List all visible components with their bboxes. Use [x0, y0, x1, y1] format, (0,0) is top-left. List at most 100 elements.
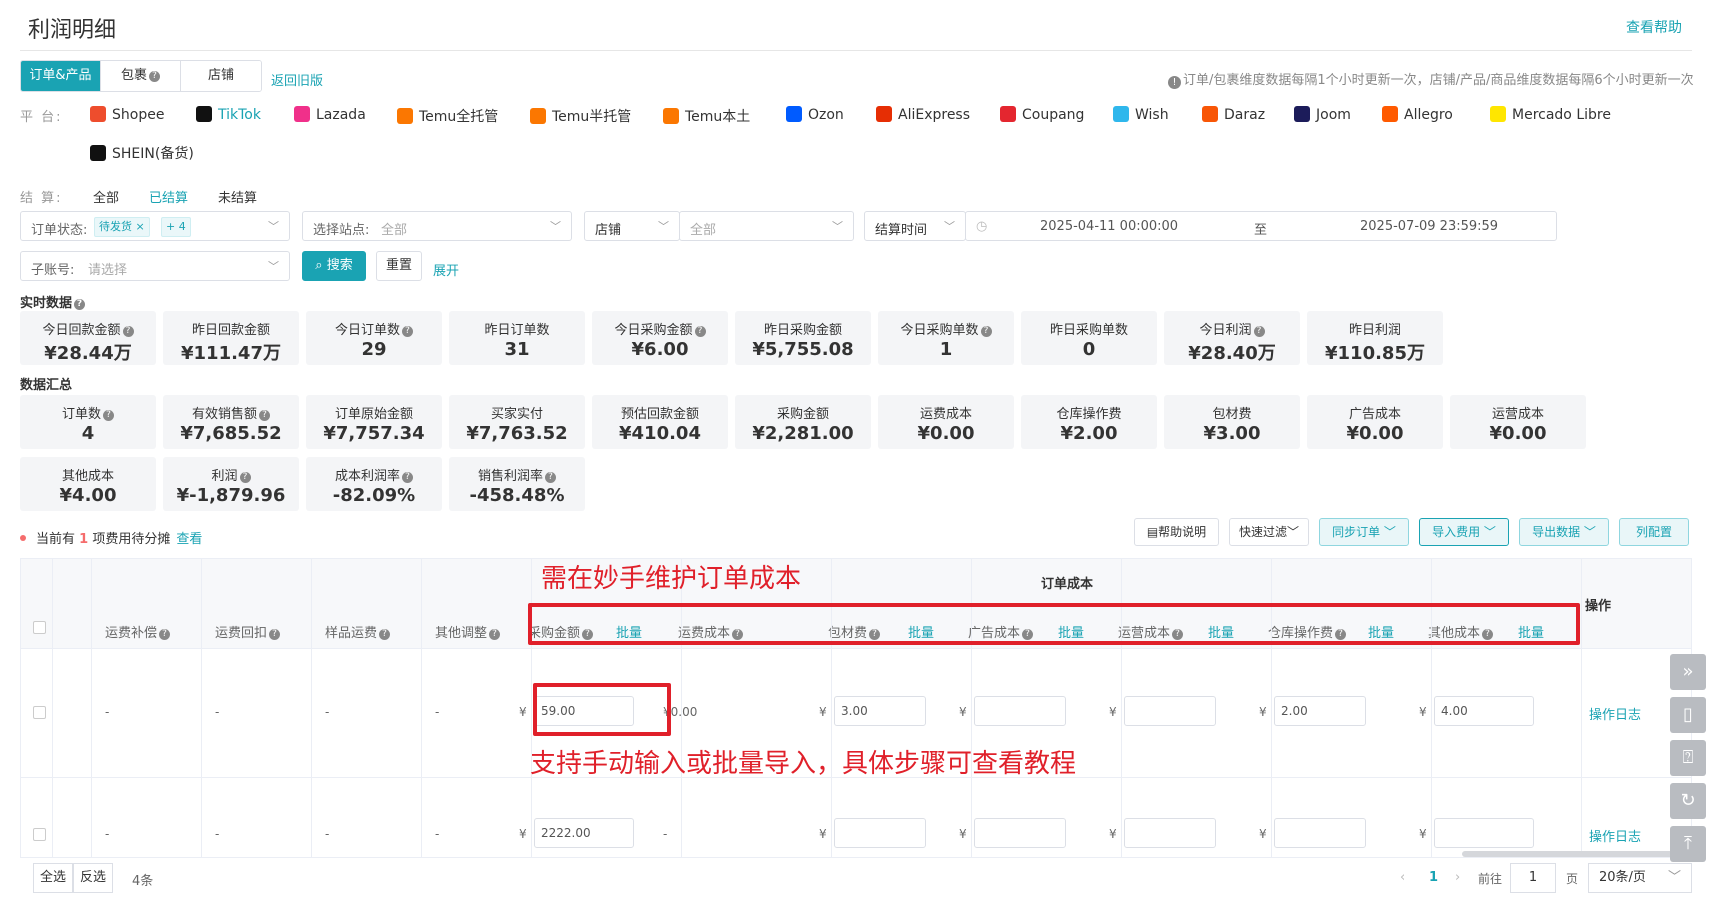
currency-symbol: ¥ [819, 827, 827, 841]
platform-3[interactable]: Temu全托管 [397, 106, 498, 126]
platform-0[interactable]: Shopee [90, 106, 164, 123]
chevron-down-icon: ﹀ [658, 220, 669, 233]
table-cell: - [215, 705, 220, 719]
cost-input-warehouse[interactable]: 2.00 [1274, 696, 1366, 726]
back-to-top-icon[interactable]: ⤒ [1670, 826, 1706, 862]
cost-input-warehouse[interactable] [1274, 818, 1366, 848]
platform-9[interactable]: Wish [1113, 106, 1169, 123]
back-old-version-link[interactable]: 返回旧版 [271, 70, 323, 89]
stat-card: 买家实付 ¥7,763.52 [449, 395, 585, 449]
cost-input-other[interactable]: 4.00 [1434, 696, 1534, 726]
prev-page-icon[interactable]: ‹ [1400, 870, 1405, 885]
stat-label: 昨日采购金额 [763, 323, 842, 338]
stat-card: 运营成本 ¥0.00 [1450, 395, 1586, 449]
currency-symbol: ¥ [519, 705, 527, 719]
stat-label: 销售利润率? [449, 465, 585, 484]
stat-card: 昨日利润 ¥110.85万 [1307, 311, 1443, 365]
operation-log-link[interactable]: 操作日志 [1589, 826, 1641, 845]
stat-card: 采购金额 ¥2,281.00 [735, 395, 871, 449]
cost-input-ops[interactable] [1124, 818, 1216, 848]
feedback-icon[interactable]: ⍰ [1670, 740, 1706, 776]
next-page-icon[interactable]: › [1455, 870, 1460, 885]
tag-close-icon[interactable]: × [136, 220, 145, 233]
row-checkbox[interactable] [33, 706, 46, 719]
select-all-button[interactable]: 全选 [33, 863, 73, 893]
order-status-select[interactable]: 订单状态: 待发货 × + 4 ﹀ [20, 211, 290, 241]
store-type-select[interactable]: 店铺 ﹀ [584, 211, 680, 241]
stat-label: 预估回款金额 [620, 407, 699, 422]
site-select[interactable]: 选择站点: 全部 ﹀ [302, 211, 572, 241]
platform-4[interactable]: Temu半托管 [530, 106, 631, 126]
cost-input-packaging[interactable]: 3.00 [834, 696, 926, 726]
help-guide-button[interactable]: ▤帮助说明 [1134, 518, 1219, 546]
platform-8[interactable]: Coupang [1000, 106, 1084, 123]
group-header-order-cost: 订单成本 [1041, 577, 1094, 592]
platform-logo-icon [90, 145, 106, 161]
import-costs-button[interactable]: 导入费用 ﹀ [1419, 518, 1509, 546]
settle-option-all[interactable]: 全部 [93, 187, 119, 206]
store-select[interactable]: 全部 ﹀ [679, 211, 854, 241]
export-data-button[interactable]: 导出数据 ﹀ [1519, 518, 1609, 546]
cost-input-ad[interactable] [974, 818, 1066, 848]
platform-2[interactable]: Lazada [294, 106, 366, 123]
tab-order-product[interactable]: 订单&产品 [21, 61, 101, 91]
platform-6[interactable]: Ozon [786, 106, 844, 123]
header-operation: 操作 [1585, 599, 1612, 614]
page-size-select[interactable]: 20条/页 ﹀ [1588, 863, 1692, 893]
platform-14[interactable]: SHEIN(备货) [90, 143, 194, 163]
platform-10[interactable]: Daraz [1202, 106, 1265, 123]
collapse-side-icon[interactable]: » [1670, 654, 1706, 690]
stat-value: ¥0.00 [917, 423, 975, 444]
platform-11[interactable]: Joom [1294, 106, 1351, 123]
mobile-icon[interactable]: ▯ [1670, 697, 1706, 733]
page-title: 利润明细 [28, 18, 117, 43]
settle-option-unsettled[interactable]: 未结算 [218, 187, 257, 206]
platform-5[interactable]: Temu本土 [663, 106, 750, 126]
date-range-picker[interactable]: ◷ 2025-04-11 00:00:00 至 2025-07-09 23:59… [965, 211, 1557, 241]
search-button[interactable]: ⌕ 搜索 [302, 251, 366, 281]
expand-link[interactable]: 展开 [433, 260, 459, 279]
platform-7[interactable]: AliExpress [876, 106, 970, 123]
refresh-icon[interactable]: ↻ [1670, 783, 1706, 819]
cost-input-ops[interactable] [1124, 696, 1216, 726]
operation-log-link[interactable]: 操作日志 [1589, 704, 1641, 723]
quick-filter-button[interactable]: 快速过滤﹀ [1229, 518, 1309, 546]
stat-label: 昨日回款金额 [191, 323, 270, 338]
help-icon: ? [1253, 326, 1265, 337]
stat-card: 广告成本 ¥0.00 [1307, 395, 1443, 449]
help-link[interactable]: 查看帮助 [1626, 17, 1682, 37]
header-col: 运费回扣? [215, 622, 281, 641]
cost-input-packaging[interactable] [834, 818, 926, 848]
reset-button[interactable]: 重置 [376, 251, 422, 281]
stat-label: 订单数? [20, 403, 156, 422]
pending-view-link[interactable]: 查看 [176, 532, 202, 547]
subaccount-select[interactable]: 子账号: 请选择 ﹀ [20, 251, 290, 281]
header-col: 运费补偿? [105, 622, 171, 641]
settle-option-settled[interactable]: 已结算 [149, 187, 188, 206]
cost-input-other[interactable] [1434, 818, 1534, 848]
select-all-checkbox[interactable] [33, 621, 46, 634]
horizontal-scrollbar[interactable] [1462, 851, 1690, 857]
page-number[interactable]: 1 [1429, 870, 1438, 885]
invert-select-button[interactable]: 反选 [73, 863, 113, 893]
stat-card: 今日采购金额? ¥6.00 [592, 311, 728, 365]
sync-orders-button[interactable]: 同步订单 ﹀ [1319, 518, 1409, 546]
summary-title: 数据汇总 [20, 378, 73, 393]
chevron-down-icon: ﹀ [268, 260, 279, 273]
stat-value: 29 [361, 339, 387, 360]
help-icon: ? [159, 629, 171, 640]
table-footer: 全选 反选 4条 ‹ 1 › 前往 1 页 20条/页 ﹀ [20, 863, 1692, 897]
row-checkbox[interactable] [33, 828, 46, 841]
platform-1[interactable]: TikTok [196, 106, 261, 123]
chevron-down-icon: ﹀ [1287, 525, 1300, 539]
time-type-select[interactable]: 结算时间 ﹀ [864, 211, 966, 241]
tab-store[interactable]: 店铺 [181, 61, 261, 91]
cost-input-ad[interactable] [974, 696, 1066, 726]
goto-page-input[interactable]: 1 [1510, 863, 1556, 893]
search-icon: ⌕ [315, 258, 323, 273]
cost-input-purchase[interactable]: 2222.00 [534, 818, 634, 848]
tab-package[interactable]: 包裹? [101, 61, 181, 91]
column-config-button[interactable]: 列配置 [1619, 518, 1689, 546]
platform-13[interactable]: Mercado Libre [1490, 106, 1611, 123]
platform-12[interactable]: Allegro [1382, 106, 1453, 123]
